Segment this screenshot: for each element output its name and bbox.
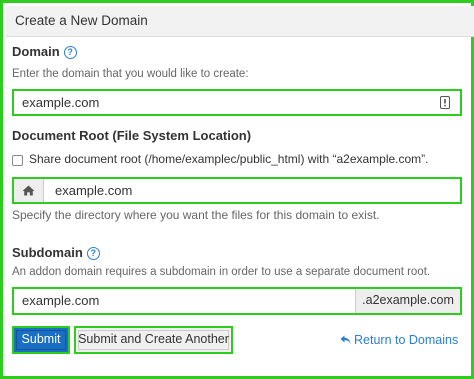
subdomain-suffix: .a2example.com — [355, 289, 460, 313]
subdomain-label: Subdomain? — [12, 245, 100, 260]
subdomain-input-wrapper: .a2example.com — [12, 287, 462, 315]
share-docroot-checkbox[interactable] — [12, 155, 23, 166]
home-icon — [22, 185, 35, 196]
subdomain-label-text: Subdomain — [12, 245, 83, 260]
submit-and-create-another-button[interactable]: Submit and Create Another — [74, 326, 233, 354]
return-arrow-icon — [340, 335, 351, 345]
submit-another-button-label: Submit and Create Another — [78, 332, 229, 346]
question-circle-icon[interactable]: ? — [86, 247, 100, 260]
share-docroot-label[interactable]: Share document root (/home/examplec/publ… — [29, 152, 429, 166]
submit-button[interactable]: Submit — [12, 326, 70, 354]
return-to-domains-label: Return to Domains — [354, 333, 459, 347]
domain-hint: Enter the domain that you would like to … — [12, 68, 249, 80]
docroot-label: Document Root (File System Location) — [12, 128, 252, 143]
docroot-input-wrapper — [12, 177, 462, 204]
domain-input[interactable] — [22, 94, 422, 111]
submit-button-label: Submit — [21, 332, 61, 346]
domain-label: Domain? — [12, 44, 77, 59]
docroot-hint: Specify the directory where you want the… — [12, 208, 380, 222]
docroot-addon — [14, 179, 44, 202]
docroot-input[interactable] — [55, 182, 445, 199]
password-manager-icon[interactable] — [440, 96, 450, 109]
subdomain-hint: An addon domain requires a subdomain in … — [12, 266, 431, 278]
return-to-domains-link[interactable]: Return to Domains — [340, 333, 458, 347]
question-circle-icon[interactable]: ? — [63, 46, 77, 59]
domain-input-wrapper — [12, 89, 462, 116]
panel-title: Create a New Domain — [6, 6, 474, 37]
subdomain-input[interactable] — [22, 292, 342, 309]
domain-label-text: Domain — [12, 44, 60, 59]
